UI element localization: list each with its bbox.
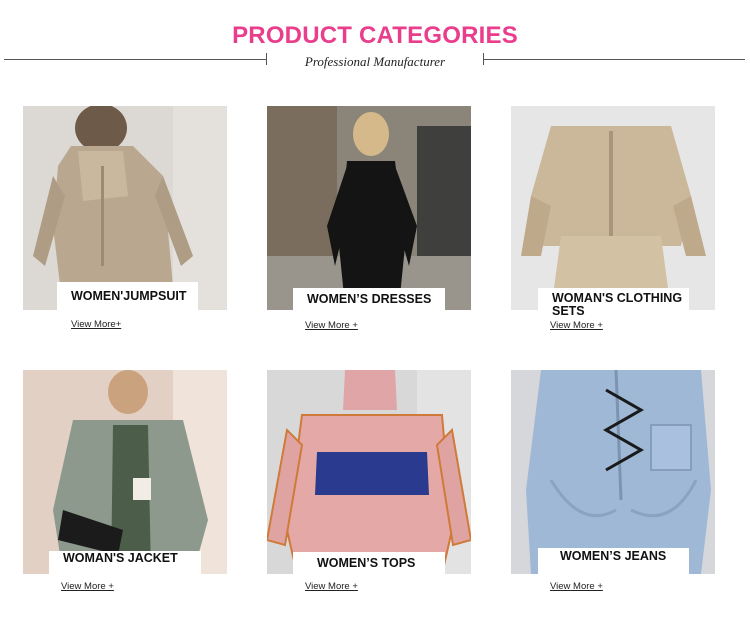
category-image-tops[interactable] bbox=[267, 370, 471, 574]
dresses-photo bbox=[267, 106, 471, 310]
category-card-tops[interactable]: WOMEN’S TOPS View More + bbox=[267, 370, 471, 592]
clothing-sets-photo bbox=[511, 106, 715, 310]
jacket-photo bbox=[23, 370, 227, 574]
category-image-jeans[interactable] bbox=[511, 370, 715, 574]
category-card-clothing-sets[interactable]: WOMAN'S CLOTHING SETS View More + bbox=[511, 106, 715, 331]
category-card-jumpsuit[interactable]: WOMEN'JUMPSUIT View More+ bbox=[23, 106, 227, 330]
category-label-dresses: WOMEN’S DRESSES bbox=[293, 288, 445, 310]
tops-photo bbox=[267, 370, 471, 574]
category-label-jeans: WOMEN’S JEANS bbox=[538, 548, 689, 574]
view-more-link-dresses[interactable]: View More + bbox=[305, 320, 358, 331]
category-label-tops: WOMEN’S TOPS bbox=[293, 552, 445, 574]
view-more-link-jacket[interactable]: View More + bbox=[61, 581, 114, 592]
view-more-link-jeans[interactable]: View More + bbox=[550, 581, 603, 592]
page-subtitle: Professional Manufacturer bbox=[304, 54, 446, 69]
category-label-jumpsuit: WOMEN'JUMPSUIT bbox=[57, 282, 198, 310]
category-label-jacket: WOMAN'S JACKET bbox=[49, 551, 201, 574]
divider-left bbox=[4, 59, 267, 60]
category-card-jacket[interactable]: WOMAN'S JACKET View More + bbox=[23, 370, 227, 592]
category-card-dresses[interactable]: WOMEN’S DRESSES View More + bbox=[267, 106, 471, 331]
category-label-clothing-sets: WOMAN'S CLOTHING SETS bbox=[538, 288, 689, 318]
category-image-jacket[interactable] bbox=[23, 370, 227, 574]
view-more-link-jumpsuit[interactable]: View More+ bbox=[71, 319, 121, 330]
category-image-dresses[interactable] bbox=[267, 106, 471, 310]
jeans-photo bbox=[511, 370, 715, 574]
view-more-link-tops[interactable]: View More + bbox=[305, 581, 358, 592]
divider-right bbox=[483, 59, 745, 60]
page-title: PRODUCT CATEGORIES bbox=[232, 22, 518, 49]
view-more-link-clothing-sets[interactable]: View More + bbox=[550, 320, 603, 331]
jumpsuit-photo bbox=[23, 106, 227, 310]
category-card-jeans[interactable]: WOMEN’S JEANS View More + bbox=[511, 370, 715, 592]
category-image-jumpsuit[interactable] bbox=[23, 106, 227, 310]
category-image-clothing-sets[interactable] bbox=[511, 106, 715, 310]
